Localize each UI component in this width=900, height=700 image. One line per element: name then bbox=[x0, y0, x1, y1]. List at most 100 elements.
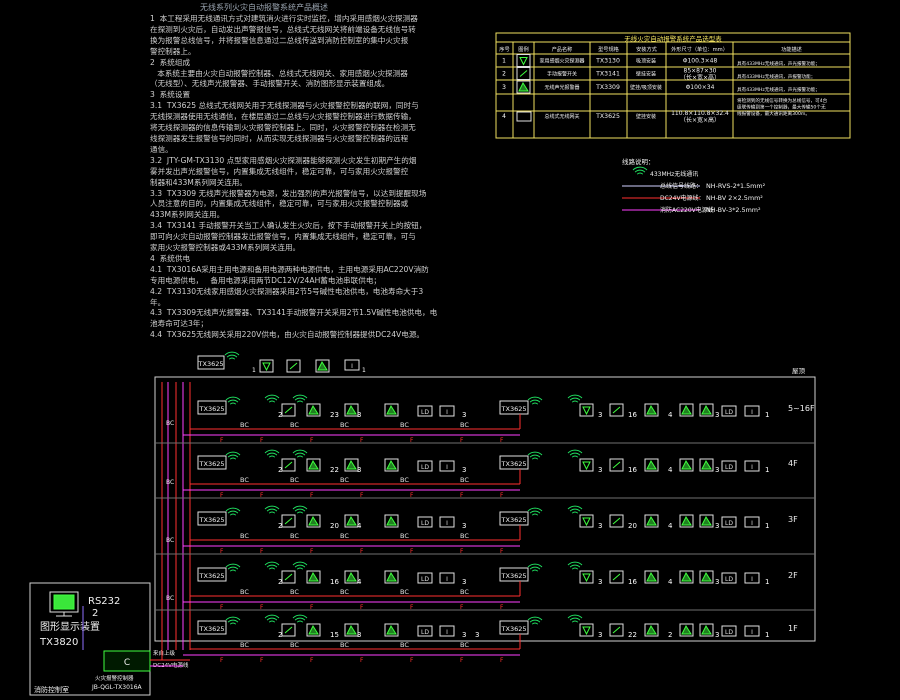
device-table-mount: 吸顶安装 bbox=[636, 58, 656, 65]
wireless-arc bbox=[569, 452, 581, 456]
manual-alarm-icon bbox=[281, 570, 296, 584]
floor-gateway-label: TX3625 bbox=[199, 405, 225, 413]
wireless-arc bbox=[569, 564, 581, 568]
roof-gateway-label: TX3625 bbox=[198, 360, 224, 368]
wireless-arc bbox=[227, 399, 239, 403]
manual-alarm-icon bbox=[609, 514, 624, 528]
floor-right-devices: LD I bbox=[567, 614, 760, 637]
wireless-arc bbox=[567, 505, 583, 510]
floor-count: 3 bbox=[715, 631, 719, 639]
sounder-strobe-glyph bbox=[308, 571, 319, 582]
module-icon: I bbox=[744, 625, 760, 637]
module-code: I bbox=[446, 409, 448, 416]
wireless-arc bbox=[266, 564, 278, 568]
device-table-header: 序号 bbox=[499, 45, 509, 53]
device-table-header: 功能描述 bbox=[781, 45, 802, 53]
sounder-strobe-icon bbox=[679, 458, 694, 472]
sounder-strobe-icon bbox=[384, 514, 399, 528]
floor-count: 20 bbox=[330, 522, 339, 530]
wireless-signal-icon bbox=[292, 394, 308, 403]
legend-label: 433MHz无线通讯 bbox=[650, 170, 698, 178]
sounder-strobe-glyph bbox=[518, 81, 529, 92]
module-icon: I bbox=[439, 460, 455, 472]
manual-alarm-icon bbox=[281, 403, 296, 417]
trunk-bus-label: BC bbox=[166, 537, 174, 544]
floor-count: 3 bbox=[715, 466, 719, 474]
device-table-header: 产品名称 bbox=[552, 45, 573, 53]
wireless-arc bbox=[294, 508, 306, 512]
gateway-icon bbox=[516, 111, 532, 122]
wireless-arc bbox=[296, 620, 304, 623]
wireless-signal-icon bbox=[527, 451, 543, 460]
device-table-size: （长×宽×高） bbox=[680, 116, 720, 124]
wireless-arc bbox=[229, 457, 237, 460]
trunk-bus-label: BC bbox=[166, 479, 174, 486]
floor-bus-label: BC bbox=[290, 588, 299, 596]
floor-right-devices: LD I bbox=[567, 449, 760, 472]
wireless-signal-icon bbox=[567, 561, 583, 570]
wireless-arc bbox=[268, 400, 276, 403]
floor-power-label: F bbox=[460, 657, 464, 664]
floor-right-devices: LD I bbox=[567, 505, 760, 528]
manual-alarm-icon bbox=[286, 359, 301, 373]
device-table-size: 85×87×30 bbox=[684, 68, 717, 75]
wireless-arc bbox=[227, 619, 239, 623]
module-icon: LD bbox=[721, 516, 737, 528]
wireless-arc bbox=[531, 513, 539, 516]
legend-spec: NH-BV-3*2.5mm² bbox=[706, 206, 761, 214]
wireless-arc bbox=[227, 510, 239, 514]
sounder-strobe-glyph bbox=[646, 624, 657, 635]
floor-count: 16 bbox=[628, 578, 637, 586]
panel-label: 火灾报警控制器 bbox=[95, 674, 134, 682]
wireless-arc bbox=[571, 567, 579, 570]
panel-glyph: C bbox=[124, 658, 130, 668]
wireless-signal-icon bbox=[567, 614, 583, 623]
floor-count: 2 bbox=[278, 631, 282, 639]
sounder-strobe-icon bbox=[384, 623, 399, 637]
wireless-signal-icon bbox=[225, 396, 241, 405]
floor-power-label: F bbox=[500, 657, 504, 664]
wireless-arc bbox=[567, 394, 583, 399]
device-table-name: 手动报警开关 bbox=[547, 71, 577, 78]
wireless-signal-icon bbox=[264, 505, 280, 514]
smoke-detector-icon bbox=[259, 359, 274, 373]
manual-alarm-glyph bbox=[612, 406, 621, 414]
roof-count: 1 bbox=[362, 367, 366, 374]
graphic-display-screen bbox=[53, 594, 75, 610]
floor-count: 1 bbox=[765, 411, 769, 419]
room-label: 消防控制室 bbox=[34, 685, 69, 694]
floor-right-devices: LD I bbox=[567, 394, 760, 417]
riser-diagram: 无线火灾自动报警系统产品选型表序号 图例 产品名称 型号规格 安装方式 外形尺寸（单位：m… bbox=[29, 32, 851, 696]
device-table-size: Φ100×34 bbox=[686, 84, 715, 91]
wireless-arc bbox=[225, 616, 241, 621]
sounder-strobe-glyph bbox=[308, 404, 319, 415]
floor-count: 3 bbox=[462, 578, 466, 586]
floor-count: 16 bbox=[330, 578, 339, 586]
wireless-arc bbox=[225, 396, 241, 401]
sounder-strobe-icon bbox=[384, 403, 399, 417]
floor-count: 22 bbox=[330, 466, 339, 474]
floor-count: 3 bbox=[715, 411, 719, 419]
sounder-strobe-icon bbox=[644, 570, 659, 584]
device-table-mount: 壁挂安装 bbox=[636, 71, 656, 78]
module-code: I bbox=[446, 576, 448, 583]
module-code: LD bbox=[725, 629, 733, 636]
wireless-signal-icon bbox=[632, 166, 648, 175]
wireless-arc bbox=[266, 508, 278, 512]
module-icon: LD bbox=[417, 516, 433, 528]
display-name: 图形显示装置 bbox=[40, 620, 100, 633]
wireless-arc bbox=[264, 394, 280, 399]
floor-count: 1 bbox=[765, 631, 769, 639]
sounder-strobe-icon bbox=[699, 403, 714, 417]
floor-gateway-label: TX3625 bbox=[501, 516, 527, 524]
module-icon: I bbox=[439, 405, 455, 417]
wireless-arc bbox=[225, 507, 241, 512]
wireless-arc bbox=[569, 397, 581, 401]
wireless-arc bbox=[268, 620, 276, 623]
dc-label: DC24V电源线 bbox=[153, 661, 189, 669]
device-table-name: 总线式无线网关 bbox=[544, 113, 579, 120]
floor-bus-label: BC bbox=[460, 421, 469, 429]
sounder-strobe-icon bbox=[699, 458, 714, 472]
display-model: TX3820 bbox=[39, 637, 78, 648]
sounder-strobe-glyph bbox=[308, 459, 319, 470]
